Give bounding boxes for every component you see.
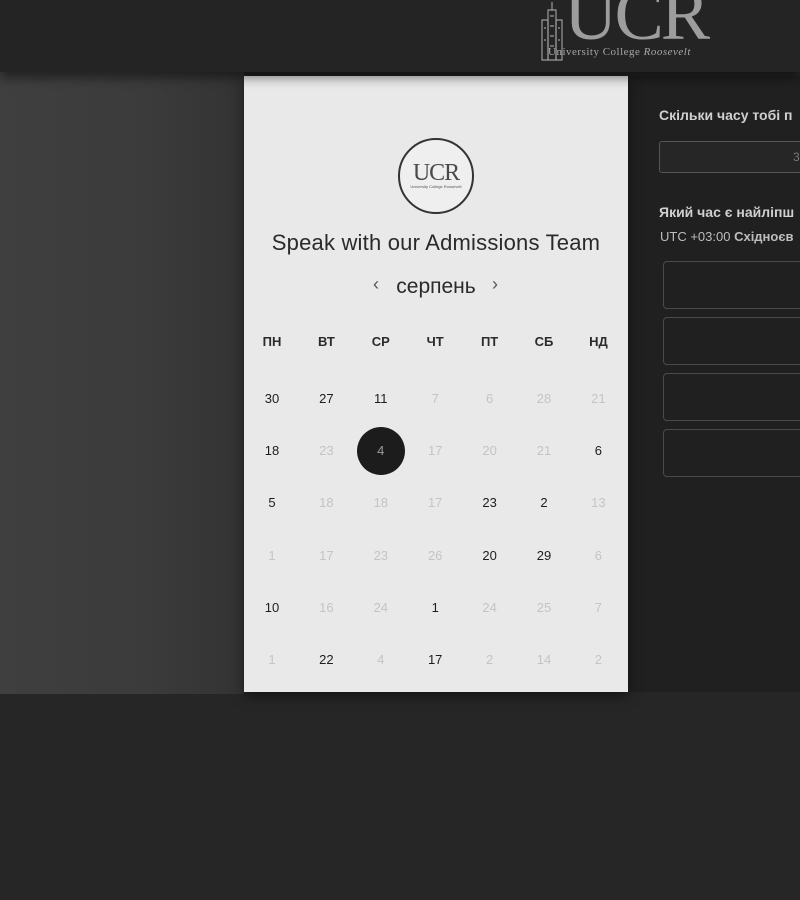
- duration-question: Скільки часу тобі п: [659, 107, 793, 123]
- day-cell-unavailable: 25: [536, 599, 552, 615]
- timezone-name: Східноєв: [734, 229, 794, 244]
- day-cell-unavailable: 17: [427, 495, 443, 511]
- round-logo-text: UCR: [412, 160, 460, 186]
- weekday-label: СБ: [534, 334, 554, 349]
- time-slot-button[interactable]: !: [663, 429, 800, 477]
- time-slot-button[interactable]: !: [663, 261, 800, 309]
- round-logo-subtitle: University College Roosevelt: [410, 184, 462, 189]
- day-cell-unavailable: 2: [485, 652, 494, 667]
- logo-text: UCR: [564, 0, 710, 56]
- duration-select[interactable]: 3: [659, 141, 800, 173]
- weekday-label: ПТ: [480, 334, 499, 349]
- bottom-backdrop: [0, 694, 800, 900]
- day-cell-unavailable: 16: [319, 599, 334, 615]
- day-cell-unavailable: 26: [427, 547, 443, 563]
- day-cell-selected[interactable]: 4: [354, 426, 408, 476]
- ucr-logo[interactable]: UCR University College Roosevelt: [536, 0, 718, 64]
- day-cell-available[interactable]: 17: [408, 635, 462, 685]
- day-cell-unavailable: 23: [319, 443, 334, 459]
- next-month-icon[interactable]: ›: [485, 274, 505, 295]
- day-cell-unavailable: 13: [591, 495, 606, 511]
- weekday-label: ЧТ: [426, 334, 444, 349]
- day-cell-available[interactable]: 20: [463, 531, 517, 581]
- day-cell-unavailable: 28: [536, 391, 552, 406]
- day-cell-available[interactable]: 11: [354, 374, 408, 424]
- day-cell-unavailable: 18: [373, 495, 389, 511]
- day-cell-available[interactable]: 27: [299, 374, 353, 424]
- day-cell-available[interactable]: 22: [299, 635, 353, 685]
- calendar-panel: UCR University College Roosevelt Speak w…: [244, 76, 628, 692]
- day-cell-available[interactable]: 2: [517, 478, 571, 528]
- day-cell-unavailable: 6: [594, 547, 602, 563]
- weekday-label: ВТ: [317, 334, 335, 349]
- day-cell-available[interactable]: 10: [245, 583, 299, 633]
- day-cell-available[interactable]: 29: [517, 531, 571, 581]
- day-cell-unavailable: 23: [373, 547, 389, 563]
- calendar-title: Speak with our Admissions Team: [271, 230, 601, 255]
- day-cell-available[interactable]: 1: [408, 583, 462, 633]
- day-cell-unavailable: 17: [319, 547, 334, 563]
- top-bar: UCR University College Roosevelt: [0, 0, 800, 72]
- day-cell-available[interactable]: 6: [571, 426, 625, 476]
- day-cell-available[interactable]: 18: [245, 426, 299, 476]
- round-logo: UCR University College Roosevelt: [398, 138, 474, 214]
- day-cell-unavailable: 20: [482, 443, 497, 459]
- weekday-label: НД: [589, 334, 608, 349]
- prev-month-icon[interactable]: ‹: [366, 274, 386, 295]
- day-cell-unavailable: 21: [591, 391, 606, 406]
- logo-subtitle-italic: Roosevelt: [643, 46, 691, 58]
- weekday-label: ПН: [262, 334, 282, 349]
- logo-subtitle-main: University College: [548, 46, 641, 58]
- logo-subtitle: University College Roosevelt: [548, 46, 691, 58]
- day-cell-unavailable: 1: [268, 652, 276, 667]
- day-cell-unavailable: 1: [268, 547, 276, 563]
- day-cell-unavailable: 7: [431, 391, 439, 406]
- day-cell-available[interactable]: 5: [245, 478, 299, 528]
- duration-value: 3: [793, 150, 800, 164]
- day-cell-unavailable: 6: [485, 391, 494, 406]
- day-cell-available[interactable]: 23: [463, 478, 517, 528]
- day-cell-unavailable: 21: [536, 443, 552, 459]
- day-cell-unavailable: 7: [594, 599, 602, 615]
- month-nav: серпень ‹ ›: [244, 274, 628, 302]
- weekday-label: СР: [371, 334, 390, 349]
- timezone-label[interactable]: UTC +03:00 Східноєв: [660, 229, 794, 244]
- day-cell-unavailable: 24: [373, 599, 389, 615]
- month-label: серпень: [396, 275, 476, 298]
- time-slot-button[interactable]: !: [663, 373, 800, 421]
- time-question: Який час є найліпш: [659, 204, 795, 220]
- day-cell-unavailable: 17: [427, 443, 443, 459]
- day-cell-unavailable: 24: [482, 599, 497, 615]
- time-slot-button[interactable]: !: [663, 317, 800, 365]
- day-cell-unavailable: 2: [594, 652, 602, 667]
- booking-panel: Скільки часу тобі п 3 Який час є найліпш…: [628, 76, 800, 692]
- left-backdrop: [0, 72, 244, 694]
- day-cell-unavailable: 14: [536, 652, 552, 667]
- day-cell-available[interactable]: 30: [245, 374, 299, 424]
- day-cell-unavailable: 4: [377, 652, 385, 667]
- day-cell-unavailable: 18: [319, 495, 334, 511]
- timezone-offset: UTC +03:00: [660, 229, 731, 244]
